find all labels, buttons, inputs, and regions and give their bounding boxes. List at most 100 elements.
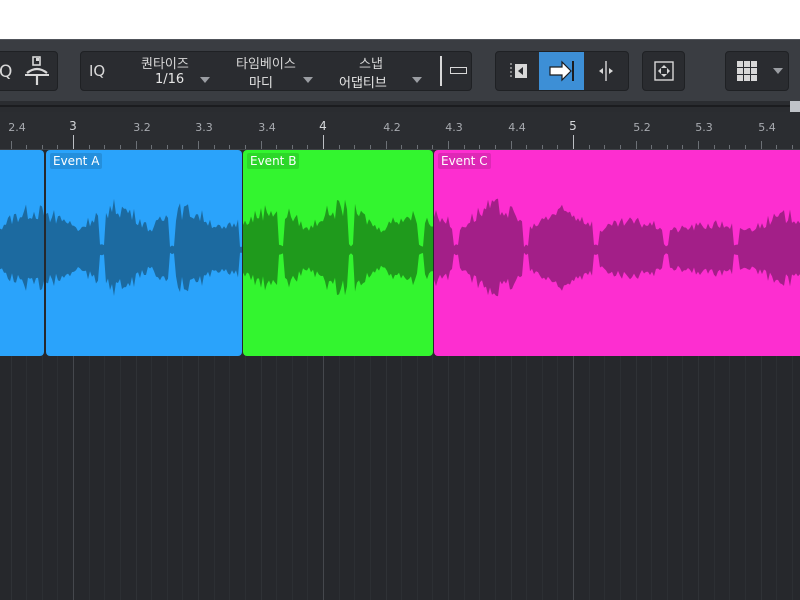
snap-dropdown-icon[interactable] <box>412 77 422 83</box>
quantize-dropdown-icon[interactable] <box>200 77 210 83</box>
ruler-label: 3.2 <box>133 121 151 134</box>
ruler-tick <box>73 135 74 149</box>
ruler-tick <box>542 145 543 149</box>
ruler-tick <box>182 145 183 149</box>
split-icon <box>599 61 613 81</box>
ruler-label: 5.4 <box>758 121 776 134</box>
ruler-tick <box>526 145 527 149</box>
ruler-tick <box>761 141 762 149</box>
ruler-tick <box>792 145 793 149</box>
waveform-shape <box>0 204 44 291</box>
ruler-tick <box>432 145 433 149</box>
ruler-label-bar: 4 <box>319 119 327 133</box>
ruler-label: 4.4 <box>508 121 526 134</box>
ruler-tick <box>167 145 168 149</box>
ruler-tick <box>479 145 480 149</box>
ruler-tick <box>620 145 621 149</box>
zoom-to-fit-button[interactable] <box>643 52 684 90</box>
timebase-dropdown-icon[interactable] <box>303 77 313 83</box>
ruler-tick <box>636 141 637 149</box>
ruler-tick <box>89 145 90 149</box>
timebase-value[interactable]: 마디 <box>249 72 273 91</box>
timebase-title: 타임베이스 <box>236 57 296 72</box>
ruler-tick <box>370 145 371 149</box>
ruler-tick <box>120 145 121 149</box>
ruler-tick <box>11 141 12 149</box>
waveform-shape <box>243 199 433 296</box>
ruler-tick <box>323 135 324 149</box>
waveform <box>46 198 242 296</box>
audio-event-c[interactable]: Event C <box>434 150 800 356</box>
ruler-tick <box>573 135 574 149</box>
snap-to-cursor-button[interactable] <box>496 52 539 90</box>
ruler-tick <box>729 145 730 149</box>
ruler-tick <box>151 145 152 149</box>
audio-event[interactable] <box>0 150 44 356</box>
waveform <box>0 204 44 291</box>
ruler-label: 3.4 <box>258 121 276 134</box>
quantize-value[interactable]: 1/16 <box>155 72 184 87</box>
timeline-ruler[interactable]: 2.4 3 3.2 3.3 3.4 4 4.2 4.3 4.4 5 5.2 5.… <box>0 112 800 150</box>
ruler-tick <box>26 145 27 149</box>
split-button[interactable] <box>584 52 628 90</box>
iq-button[interactable]: IQ <box>89 62 105 80</box>
snap-toggle-divider <box>440 56 442 86</box>
ruler-tick <box>245 145 246 149</box>
scrollbar-corner[interactable] <box>790 101 800 112</box>
quantize-title: 퀀타이즈 <box>141 57 189 72</box>
ruler-label: 4.2 <box>383 121 401 134</box>
ruler-tick <box>401 145 402 149</box>
ruler-tick <box>354 145 355 149</box>
grid-layout-button[interactable] <box>726 52 768 90</box>
waveform-shape <box>434 198 800 297</box>
ruler-tick <box>136 141 137 149</box>
ruler-tick <box>557 145 558 149</box>
ruler-label-bar: 3 <box>69 119 77 133</box>
ruler-tick <box>448 141 449 149</box>
waveform <box>434 198 800 297</box>
toolbar: Q IQ 퀀타이즈 1/16 타임베이스 마디 스냅 어댑티브 <box>0 39 800 101</box>
snap-title: 스냅 <box>359 57 383 72</box>
ruler-tick <box>307 145 308 149</box>
window-top-area <box>0 0 800 39</box>
ruler-tick <box>417 145 418 149</box>
event-label: Event C <box>438 153 491 169</box>
ruler-tick <box>604 145 605 149</box>
ruler-label: 4.3 <box>445 121 463 134</box>
quantize-snap-group: IQ 퀀타이즈 1/16 타임베이스 마디 스냅 어댑티브 <box>80 51 472 91</box>
ruler-tick <box>42 145 43 149</box>
ruler-tick <box>339 145 340 149</box>
ruler-tick <box>104 145 105 149</box>
paint-tool-icon[interactable] <box>23 55 51 87</box>
ruler-tick <box>198 141 199 149</box>
zoom-fit-icon <box>653 61 674 81</box>
quantize-q-label[interactable]: Q <box>0 62 12 82</box>
ruler-tick <box>229 145 230 149</box>
snap-toggle-icon[interactable] <box>450 67 467 74</box>
audio-event-a[interactable]: Event A <box>46 150 242 356</box>
event-label: Event B <box>247 153 300 169</box>
snap-to-event-button[interactable] <box>539 52 584 90</box>
ruler-tick <box>464 145 465 149</box>
ruler-tick <box>511 141 512 149</box>
ruler-tick <box>495 145 496 149</box>
ruler-tick <box>589 145 590 149</box>
layout-group <box>725 51 789 91</box>
waveform <box>243 199 433 296</box>
ruler-label: 5.3 <box>695 121 713 134</box>
ruler-tick <box>57 145 58 149</box>
arrow-right-icon <box>548 60 574 82</box>
ruler-label-bar: 5 <box>569 119 577 133</box>
layout-dropdown-icon[interactable] <box>773 68 783 74</box>
track-header-divider <box>0 105 790 107</box>
ruler-tick <box>261 141 262 149</box>
ruler-label: 2.4 <box>8 121 26 134</box>
tool-group-left: Q <box>0 51 58 91</box>
ruler-label: 3.3 <box>195 121 213 134</box>
ruler-tick <box>292 145 293 149</box>
snap-value[interactable]: 어댑티브 <box>339 72 387 91</box>
ruler-tick <box>776 145 777 149</box>
ruler-tick <box>214 145 215 149</box>
ruler-tick <box>698 141 699 149</box>
audio-event-b[interactable]: Event B <box>243 150 433 356</box>
